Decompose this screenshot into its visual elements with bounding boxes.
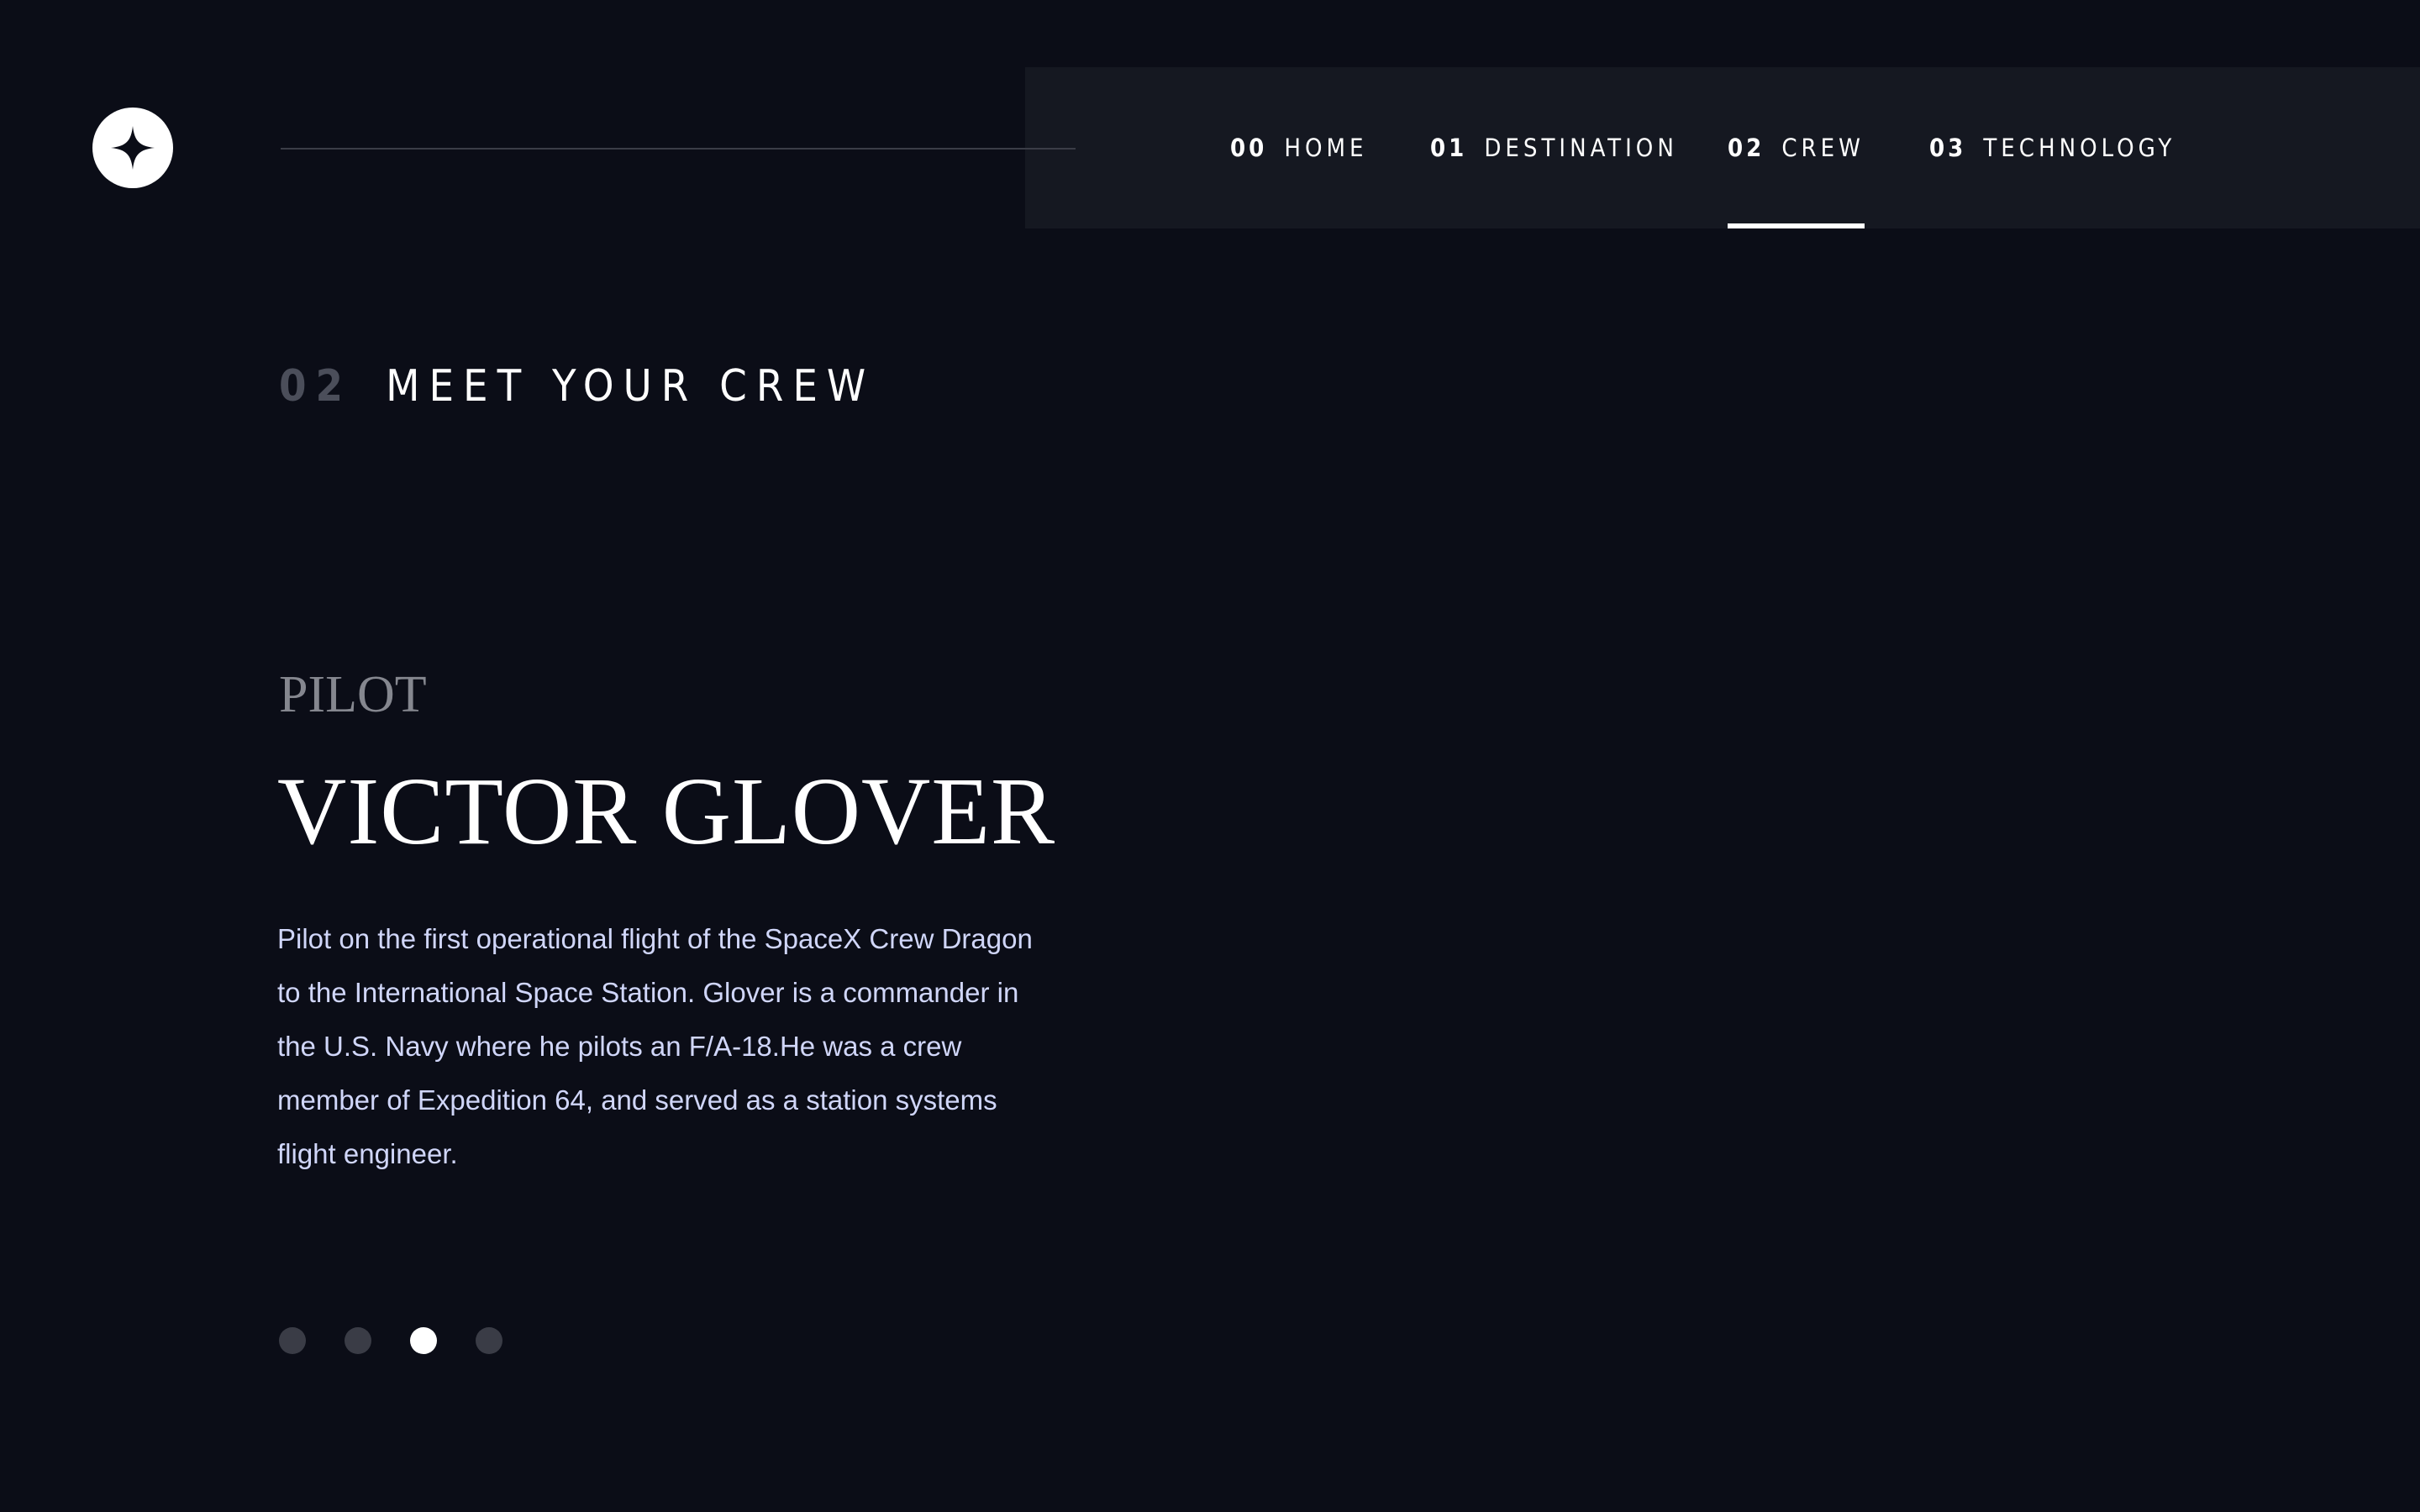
nav-item-label: DESTINATION [1484, 134, 1678, 162]
crew-bio: Pilot on the first operational flight of… [277, 923, 1033, 1169]
nav-item-label: CREW [1781, 134, 1865, 162]
crew-dot-1[interactable] [279, 1327, 306, 1354]
page-title-text: MEET YOUR CREW [386, 361, 876, 412]
nav-item-home[interactable]: 00 HOME [1230, 67, 1367, 228]
nav-item-destination[interactable]: 01 DESTINATION [1430, 67, 1678, 228]
crew-page: 00 HOME 01 DESTINATION 02 CREW 03 TECHNO… [0, 0, 2420, 1512]
nav-item-number: 00 [1230, 134, 1268, 162]
page-title-number: 02 [279, 361, 353, 412]
nav-item-number: 01 [1430, 134, 1468, 162]
crew-name: VICTOR GLOVER [277, 758, 1056, 864]
nav-item-technology[interactable]: 03 TECHNOLOGY [1929, 67, 2175, 228]
star-logo-shape [111, 126, 155, 170]
crew-dot-2[interactable] [345, 1327, 371, 1354]
nav-item-number: 02 [1728, 134, 1765, 162]
nav-item-crew[interactable]: 02 CREW [1728, 67, 1865, 228]
crew-dot-4[interactable] [476, 1327, 502, 1354]
crew-dot-3[interactable] [410, 1327, 437, 1354]
crew-pagination [279, 1327, 502, 1354]
nav-item-label: TECHNOLOGY [1983, 134, 2176, 162]
page-title: 02 MEET YOUR CREW [279, 353, 875, 420]
crew-role: PILOT [279, 666, 427, 723]
nav-item-number: 03 [1929, 134, 1967, 162]
nav-item-label: HOME [1284, 134, 1368, 162]
header-divider-line [281, 148, 1076, 150]
star-logo-icon[interactable] [92, 108, 173, 188]
main-navigation: 00 HOME 01 DESTINATION 02 CREW 03 TECHNO… [1025, 67, 2420, 228]
